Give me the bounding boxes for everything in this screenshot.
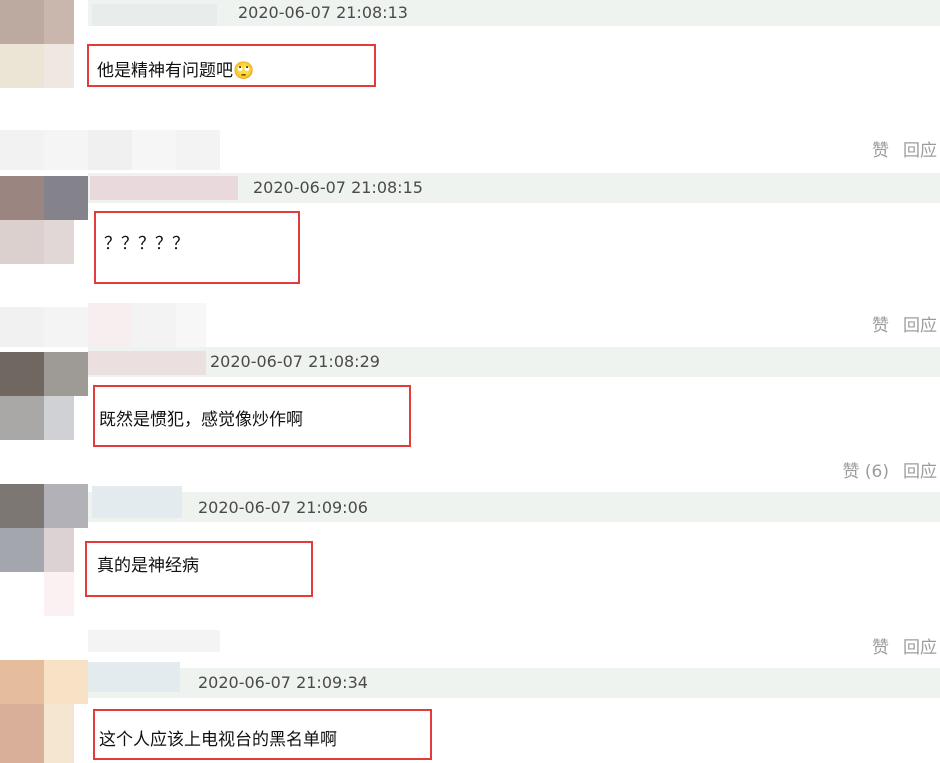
avatar-blur-tile (44, 660, 88, 704)
comment-text: 既然是惯犯，感觉像炒作啊 (99, 410, 303, 430)
comment-actions: 赞 (6) 回应 (830, 457, 940, 482)
avatar-blur-tile (44, 44, 74, 88)
comment-highlight-box: 真的是神经病 (85, 541, 313, 597)
blur-tile (0, 130, 44, 170)
comment-highlight-box: 他是精神有问题吧🙄 (87, 44, 376, 87)
like-button[interactable]: 赞 (872, 136, 889, 161)
comment-text: 他是精神有问题吧🙄 (97, 61, 255, 81)
username-blurred (88, 630, 220, 652)
avatar-blur-tile (0, 484, 44, 528)
avatar-blur-tile (44, 0, 74, 44)
avatar-blur-tile (44, 352, 88, 396)
reply-button[interactable]: 回应 (903, 311, 937, 336)
blur-tile (0, 307, 44, 347)
like-button[interactable]: 赞 (872, 633, 889, 658)
avatar[interactable] (0, 176, 88, 264)
avatar[interactable] (0, 352, 88, 440)
avatar-blur-tile (0, 704, 44, 763)
like-button[interactable]: 赞 (6) (843, 457, 889, 482)
avatar-blur-tile (44, 528, 74, 572)
comment-actions: 赞 回应 (830, 311, 940, 336)
blur-tile (88, 130, 132, 170)
blur-tile (132, 303, 176, 347)
comment-timestamp: 2020-06-07 21:09:06 (198, 498, 368, 517)
comment-text: 真的是神经病 (97, 556, 199, 576)
comment-text: 这个人应该上电视台的黑名单啊 (99, 730, 337, 750)
reply-button[interactable]: 回应 (903, 136, 937, 161)
username-blurred[interactable] (88, 351, 206, 375)
like-button[interactable]: 赞 (872, 311, 889, 336)
username-blurred[interactable] (88, 662, 180, 692)
blur-tile (88, 303, 132, 347)
comment-timestamp: 2020-06-07 21:08:15 (253, 178, 423, 197)
reply-button[interactable]: 回应 (903, 633, 937, 658)
avatar-blur-tile (0, 528, 44, 572)
comment-timestamp: 2020-06-07 21:08:29 (210, 352, 380, 371)
username-blurred (0, 130, 238, 170)
comment-highlight-box: 既然是惯犯，感觉像炒作啊 (93, 385, 411, 447)
avatar[interactable] (0, 484, 88, 616)
avatar-blur-tile (0, 176, 44, 220)
username-blurred[interactable] (92, 486, 182, 518)
reply-button[interactable]: 回应 (903, 457, 937, 482)
avatar-blur-tile (44, 704, 74, 763)
blur-tile (44, 307, 88, 347)
comment-highlight-box: ？？？？？ (94, 211, 300, 284)
avatar-blur-tile (44, 176, 88, 220)
blur-tile (44, 130, 88, 170)
username-blurred[interactable] (92, 4, 217, 26)
comment-highlight-box: 这个人应该上电视台的黑名单啊 (93, 709, 432, 760)
avatar-blur-tile (0, 44, 44, 88)
blur-tile (176, 130, 220, 170)
blur-tile (176, 303, 206, 347)
avatar-blur-tile (44, 220, 74, 264)
avatar-blur-tile (0, 0, 44, 44)
comment-actions: 赞 回应 (830, 136, 940, 161)
avatar-blur-tile (44, 484, 88, 528)
avatar[interactable] (0, 660, 88, 763)
comment-text: ？？？？？ (104, 234, 189, 254)
avatar-blur-tile (0, 352, 44, 396)
avatar[interactable] (0, 0, 88, 88)
username-blurred (0, 303, 206, 347)
avatar-blur-tile (0, 220, 44, 264)
avatar-blur-tile (0, 660, 44, 704)
comment-timestamp: 2020-06-07 21:08:13 (238, 3, 408, 22)
comment-timestamp: 2020-06-07 21:09:34 (198, 673, 368, 692)
comment-actions: 赞 回应 (830, 633, 940, 658)
username-blurred[interactable] (90, 176, 238, 200)
avatar-blur-tile (44, 572, 74, 616)
avatar-blur-tile (44, 396, 74, 440)
blur-tile (132, 130, 176, 170)
avatar-blur-tile (0, 396, 44, 440)
